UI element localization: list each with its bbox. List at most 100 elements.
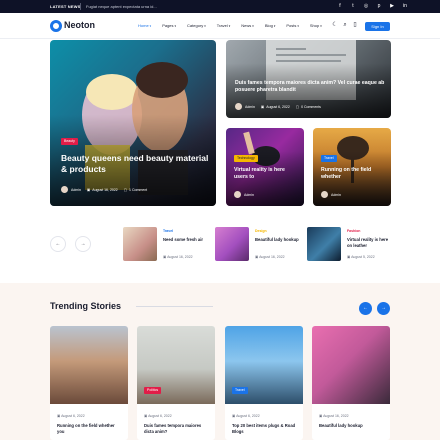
linkedin-icon[interactable]: in — [402, 3, 408, 9]
slider-date: ▣ August 16, 2022 — [163, 255, 193, 259]
avatar — [234, 191, 241, 198]
slider-title[interactable]: Virtual reality is here on leather — [347, 237, 392, 248]
facebook-icon[interactable]: f — [337, 3, 343, 9]
arrow-right-icon: → — [381, 305, 386, 311]
card-date: ▣ August 6, 2022 — [57, 414, 85, 418]
card-date: ▣ August 6, 2022 — [144, 414, 172, 418]
pinterest-icon[interactable]: p — [376, 3, 382, 9]
hero-top-right-title[interactable]: Duis fames tempora maiores dicta anim? V… — [235, 80, 385, 94]
slider-date: ▣ August 16, 2022 — [255, 255, 285, 259]
calendar-icon: ▣ — [260, 104, 265, 109]
slider-title[interactable]: Need some fresh air — [163, 237, 208, 243]
comment-icon: ▢ — [295, 104, 300, 109]
slider-category[interactable]: Travel — [163, 229, 173, 233]
author-name[interactable]: Admin — [331, 193, 341, 197]
author-name[interactable]: Admin — [244, 193, 254, 197]
trending-next-button[interactable]: → — [377, 302, 390, 315]
calendar-icon: ▣ — [86, 187, 91, 192]
chevron-down-icon: ▾ — [149, 24, 152, 28]
category-tag[interactable]: Travel — [321, 155, 337, 162]
author-name[interactable]: Admin — [245, 105, 255, 109]
post-meta: Admin ▣ August 16, 2022 ▢ 1 Comment — [61, 186, 147, 193]
hero-small-title[interactable]: Running on the field whether — [321, 167, 385, 181]
social-links: f t ◎ p ▶ in — [337, 3, 408, 9]
trending-prev-button[interactable]: ← — [359, 302, 372, 315]
slider-category[interactable]: Fashion — [347, 229, 360, 233]
chevron-down-icon: ▾ — [174, 24, 177, 28]
post-meta: Admin ▣ August 6, 2022 ▢ 0 Comments — [235, 103, 321, 110]
trending-card[interactable]: Politics ▣ August 6, 2022 Duis fames tem… — [137, 326, 215, 440]
arrow-left-icon: ← — [55, 241, 61, 247]
hero-top-right-post[interactable]: Duis fames tempora maiores dicta anim? V… — [226, 40, 391, 118]
logo-icon[interactable] — [50, 20, 62, 32]
news-ticker[interactable]: Fugiat neque aptent expectata urna id... — [86, 4, 157, 9]
slider-prev-button[interactable]: ← — [50, 236, 66, 252]
cart-icon[interactable]: ▯ — [352, 22, 358, 28]
top-bar: LATEST NEWS Fugiat neque aptent expectat… — [0, 0, 440, 13]
nav-item-news[interactable]: News▾ — [241, 23, 254, 28]
card-title[interactable]: Beautiful lady hookup — [319, 423, 385, 429]
nav-item-blog[interactable]: Blog▾ — [265, 23, 276, 28]
post-meta: Admin — [234, 191, 254, 198]
category-tag[interactable]: Beauty — [61, 138, 78, 145]
post-date: August 16, 2022 — [92, 187, 118, 192]
chevron-down-icon: ▾ — [228, 24, 231, 28]
nav-item-shop[interactable]: Shop▾ — [310, 23, 322, 28]
hero-small-title[interactable]: Virtual reality is here users to — [234, 167, 298, 181]
slider-thumb[interactable] — [215, 227, 249, 261]
chevron-down-icon: ▾ — [204, 24, 206, 28]
trending-card[interactable]: ▣ August 6, 2022 Running on the field wh… — [50, 326, 128, 440]
twitter-icon[interactable]: t — [350, 3, 356, 9]
category-tag[interactable]: Technology — [234, 155, 258, 162]
category-tag[interactable]: Travel — [232, 387, 248, 394]
category-tag[interactable]: Politics — [144, 387, 162, 394]
card-date: ▣ August 16, 2022 — [319, 414, 349, 418]
trending-card[interactable]: ▣ August 16, 2022 Beautiful lady hookup — [312, 326, 390, 440]
chevron-down-icon: ▾ — [273, 24, 276, 28]
trending-card[interactable]: Travel ▣ August 6, 2022 Top 20 best item… — [225, 326, 303, 440]
nav-item-category[interactable]: Category▾ — [187, 23, 206, 28]
instagram-icon[interactable]: ◎ — [363, 3, 369, 9]
hero-small-post[interactable]: Travel Running on the field whether Admi… — [313, 128, 391, 206]
post-date: August 6, 2022 — [266, 104, 290, 109]
comment-count[interactable]: 0 Comments — [301, 105, 321, 109]
hero-overlay — [50, 40, 216, 206]
avatar — [61, 186, 68, 193]
chevron-down-icon: ▾ — [320, 24, 322, 28]
top-bar-divider — [80, 3, 81, 10]
slider-next-button[interactable]: → — [75, 236, 91, 252]
slider-category[interactable]: Design — [255, 229, 267, 233]
latest-news-label: LATEST NEWS — [50, 4, 81, 9]
arrow-left-icon: ← — [363, 305, 368, 311]
dark-mode-icon[interactable]: ☾ — [332, 22, 338, 28]
slider-title[interactable]: Beautiful lady hookup — [255, 237, 300, 243]
nav-item-posts[interactable]: Posts▾ — [286, 23, 299, 28]
comment-icon: ▢ — [123, 187, 128, 192]
nav-item-travel[interactable]: Travel▾ — [217, 23, 230, 28]
slider-thumb[interactable] — [307, 227, 341, 261]
header-icons: ☾ ⌕ ▯ — [332, 22, 358, 28]
hero-main-post[interactable]: Beauty Beauty queens need beauty materia… — [50, 40, 216, 206]
author-name[interactable]: Admin — [71, 188, 81, 192]
card-image — [50, 326, 128, 404]
slider-date: ▣ August 5, 2022 — [347, 255, 375, 259]
card-title[interactable]: Duis fames tempora maiores dicta anim? — [144, 423, 210, 434]
hero-main-title[interactable]: Beauty queens need beauty material & pro… — [61, 153, 209, 176]
youtube-icon[interactable]: ▶ — [389, 3, 395, 9]
hero-small-post[interactable]: Technology Virtual reality is here users… — [226, 128, 304, 206]
avatar — [235, 103, 242, 110]
comment-count[interactable]: 1 Comment — [129, 188, 147, 192]
section-divider — [136, 306, 213, 307]
main-nav: Home▾ Pages▾ Category▾ Travel▾ News▾ Blo… — [138, 23, 333, 28]
slider-thumb[interactable] — [123, 227, 157, 261]
logo-text[interactable]: Neoton — [64, 20, 95, 30]
card-title[interactable]: Running on the field whether you — [57, 423, 123, 434]
card-image — [312, 326, 390, 404]
nav-item-pages[interactable]: Pages▾ — [162, 23, 176, 28]
sign-in-button[interactable]: Sign In — [365, 22, 390, 31]
arrow-right-icon: → — [80, 241, 86, 247]
avatar — [321, 191, 328, 198]
card-title[interactable]: Top 20 best items plugs & Road Blogs — [232, 423, 298, 434]
search-icon[interactable]: ⌕ — [342, 22, 348, 28]
nav-item-home[interactable]: Home▾ — [138, 23, 151, 28]
